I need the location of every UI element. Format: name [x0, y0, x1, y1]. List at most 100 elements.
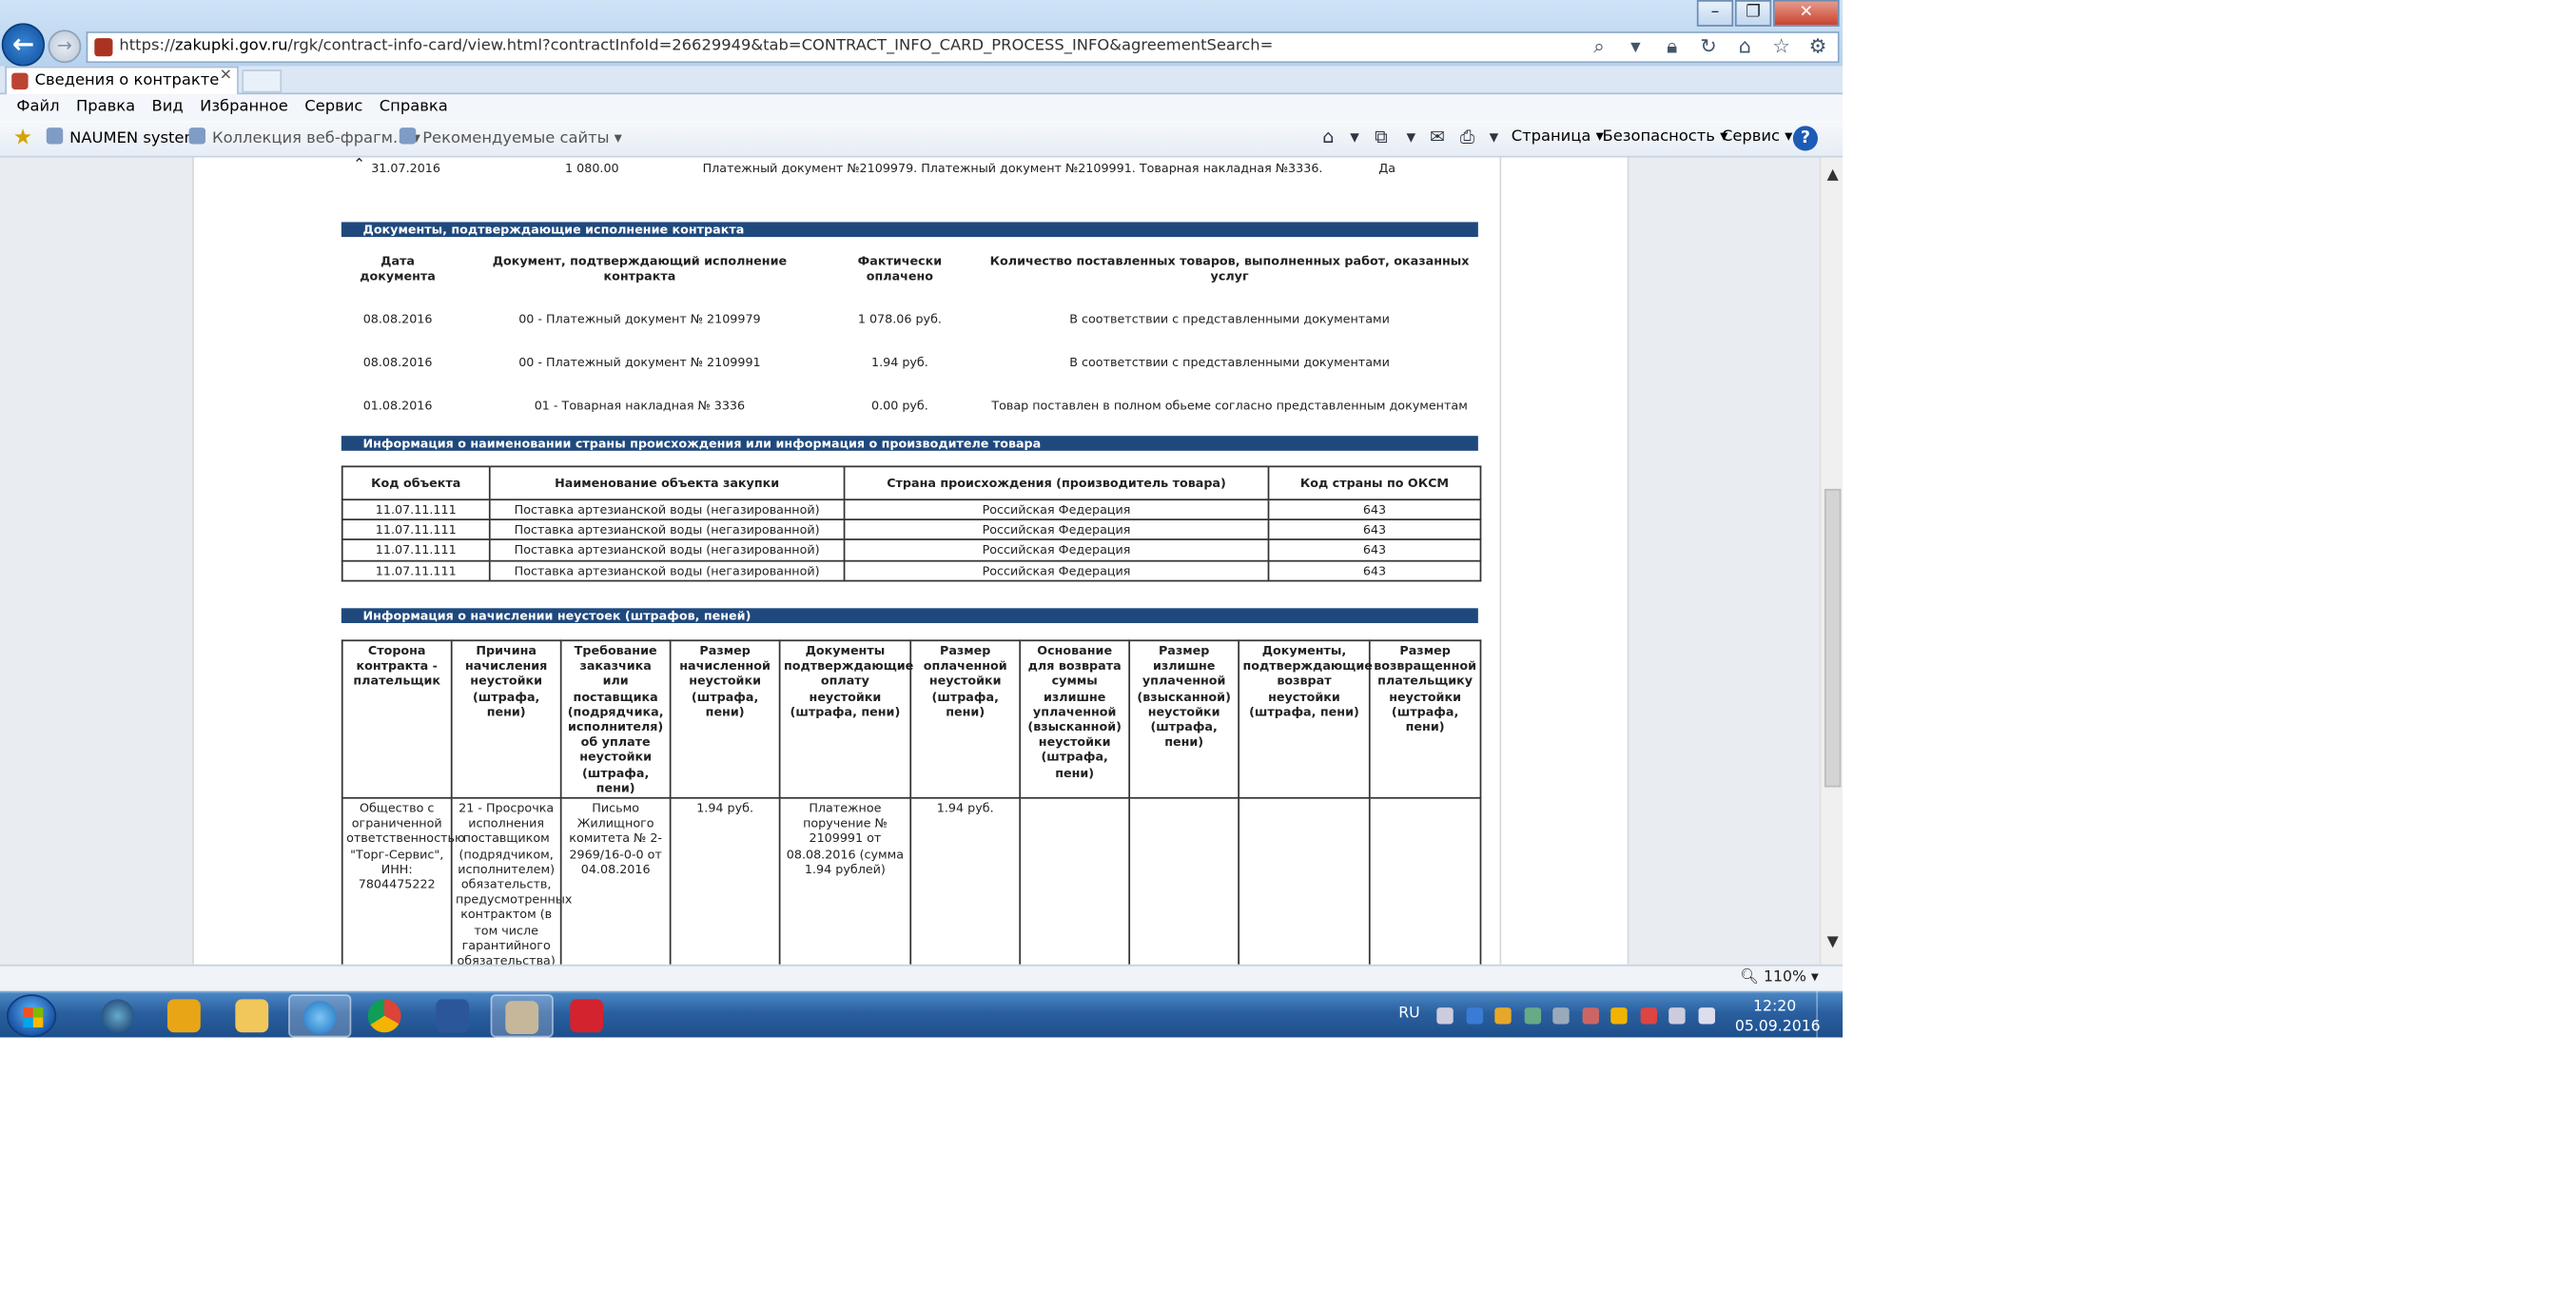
country-header-name: Наименование объекта закупки	[488, 465, 846, 501]
tab-bar: Сведения о контракте ✕	[0, 66, 1844, 95]
penalty-cell-refunded	[1368, 796, 1482, 965]
back-button[interactable]: ←	[1, 23, 46, 67]
dropdown-icon[interactable]: ▾	[1622, 35, 1649, 60]
favorites-star-icon[interactable]: ★	[13, 126, 32, 150]
docs-row-3-quantity: Товар поставлен в полном обьеме согласно…	[991, 398, 1468, 413]
status-bar: 🔍︎ 110% ▾	[0, 964, 1844, 991]
docs-row-2-date: 08.08.2016	[362, 354, 433, 370]
zoom-control[interactable]: 🔍︎ 110% ▾	[1740, 969, 1819, 986]
chevron-down-icon[interactable]: ▾	[1483, 126, 1505, 147]
menu-view[interactable]: Вид	[144, 94, 192, 121]
gear-icon[interactable]: ⚙	[1805, 35, 1831, 60]
menu-help[interactable]: Справка	[371, 94, 456, 121]
fav-recommended[interactable]: Рекомендуемые сайты ▾	[399, 127, 622, 147]
menu-file[interactable]: Файл	[9, 94, 68, 121]
favorites-star-icon[interactable]: ☆	[1768, 35, 1795, 60]
docs-row-2-paid: 1.94 руб.	[870, 354, 928, 370]
close-button[interactable]: ✕	[1772, 0, 1840, 27]
penalty-header-accrued: Размер начисленной неустойки (штрафа, пе…	[669, 639, 781, 799]
menu-edit[interactable]: Правка	[68, 94, 144, 121]
tray-app-icon[interactable]	[1552, 1007, 1570, 1025]
scroll-down-icon[interactable]: ▼	[1825, 934, 1841, 950]
outlook-tray-icon[interactable]	[1610, 1007, 1628, 1025]
address-bar[interactable]: https://zakupki.gov.ru/rgk/contract-info…	[86, 31, 1840, 64]
start-button[interactable]	[6, 994, 57, 1038]
new-tab-button[interactable]	[242, 69, 283, 93]
chevron-down-icon[interactable]: ▾	[1344, 126, 1366, 147]
tab-contract-info[interactable]: Сведения о контракте ✕	[5, 66, 239, 95]
penalty-header-overpaid: Размер излишне уплаченной (взысканной) н…	[1128, 639, 1240, 799]
chevron-down-icon[interactable]: ▾	[1400, 126, 1422, 147]
show-desktop-button[interactable]	[1816, 990, 1843, 1038]
prev-row-date: 31.07.2016	[371, 160, 440, 176]
search-icon[interactable]: ⌕	[1586, 35, 1612, 60]
menu-tools[interactable]: Сервис	[297, 94, 371, 121]
tools-menu[interactable]: Сервис ▾	[1722, 127, 1792, 146]
section-header-country: Информация о наименовании страны происхо…	[341, 436, 1478, 451]
country-header-oksm: Код страны по ОКСМ	[1267, 465, 1482, 501]
docs-row-3-document: 01 - Товарная накладная № 3336	[534, 398, 746, 413]
taskbar-explorer[interactable]	[222, 994, 284, 1037]
docs-row-1-document: 00 - Платежный документ № 2109979	[518, 311, 761, 327]
tray-app-icon[interactable]	[1582, 1007, 1600, 1025]
country-cell-name: Поставка артезианской воды (негазированн…	[488, 538, 846, 561]
taskbar-chrome[interactable]	[355, 994, 418, 1037]
scroll-up-icon[interactable]: ▲	[1825, 167, 1841, 184]
print-icon[interactable]: ⎙	[1456, 126, 1478, 147]
zoom-icon: 🔍︎	[1740, 969, 1760, 987]
country-cell-name: Поставка артезианской воды (негазированн…	[488, 498, 846, 521]
volume-icon[interactable]	[1698, 1007, 1715, 1025]
browser-window: – ❐ ✕ ← → https://zakupki.gov.ru/rgk/con…	[0, 0, 1844, 1038]
menu-favorites[interactable]: Избранное	[191, 94, 296, 121]
taskbar-media-player[interactable]	[88, 994, 150, 1037]
help-icon[interactable]: ?	[1792, 126, 1818, 151]
taskbar-app-person[interactable]	[490, 994, 554, 1038]
docs-header-paid: Фактически оплачено	[857, 253, 943, 283]
security-menu[interactable]: Безопасность ▾	[1603, 127, 1728, 146]
clock-date[interactable]: 05.09.2016	[1735, 1019, 1821, 1035]
country-cell-code: 11.07.11.111	[341, 538, 491, 561]
fav-naumen[interactable]: NAUMEN system	[46, 127, 199, 147]
country-cell-oksm: 643	[1267, 498, 1482, 521]
mail-icon[interactable]: ✉	[1427, 126, 1449, 147]
network-icon[interactable]	[1669, 1007, 1686, 1025]
clock-time[interactable]: 12:20	[1753, 999, 1796, 1015]
penalty-cell-payment-docs: Платежное поручение № 2109991 от 08.08.2…	[778, 796, 912, 965]
lock-icon[interactable]: 🔒︎	[1659, 35, 1686, 60]
taskbar-outlook[interactable]	[154, 994, 217, 1037]
country-cell-country: Российская Федерация	[843, 538, 1270, 561]
minimize-button[interactable]: –	[1696, 0, 1734, 27]
vertical-scrollbar[interactable]: ▲ ▼	[1819, 157, 1844, 965]
docs-header-document: Документ, подтверждающий исполнение конт…	[492, 253, 788, 283]
home-icon[interactable]: ⌂	[1731, 35, 1758, 60]
home-icon[interactable]: ⌂	[1317, 126, 1339, 147]
expand-icon[interactable]: ⌃	[353, 157, 365, 173]
forward-button[interactable]: →	[48, 29, 82, 64]
refresh-icon[interactable]: ↻	[1695, 35, 1722, 60]
penalty-cell-payer: Общество с ограниченной ответственностью…	[341, 796, 465, 965]
penalty-table: Сторона контракта - плательщик Причина н…	[341, 639, 1482, 965]
flag-icon[interactable]	[1640, 1007, 1657, 1025]
country-cell-code: 11.07.11.111	[341, 498, 491, 521]
prev-row-amount: 1 080.00	[565, 160, 619, 176]
scroll-thumb[interactable]	[1824, 488, 1842, 788]
country-cell-country: Российская Федерация	[843, 518, 1270, 541]
url-scheme: https://	[119, 36, 175, 55]
close-tab-icon[interactable]: ✕	[220, 68, 232, 84]
bluetooth-icon[interactable]	[1466, 1007, 1484, 1025]
taskbar-internet-explorer[interactable]	[288, 994, 352, 1038]
page-menu[interactable]: Страница ▾	[1512, 127, 1604, 146]
rss-icon[interactable]: ⧉	[1371, 126, 1393, 147]
keyboard-icon[interactable]	[1436, 1007, 1454, 1025]
docs-row-1-date: 08.08.2016	[362, 311, 433, 327]
maximize-button[interactable]: ❐	[1734, 0, 1772, 27]
taskbar-word[interactable]	[422, 994, 485, 1037]
tray-app-icon[interactable]	[1524, 1007, 1542, 1025]
address-url[interactable]: https://zakupki.gov.ru/rgk/contract-info…	[119, 36, 1273, 54]
language-indicator[interactable]: RU	[1398, 1006, 1419, 1022]
table-row: 11.07.11.111 Поставка артезианской воды …	[341, 518, 1482, 541]
taskbar-red-app[interactable]	[556, 994, 619, 1037]
tray-app-icon[interactable]	[1494, 1007, 1512, 1025]
docs-row-3-paid: 0.00 руб.	[870, 398, 928, 413]
fav-collection[interactable]: Коллекция веб-фрагм... ▾	[188, 127, 420, 147]
